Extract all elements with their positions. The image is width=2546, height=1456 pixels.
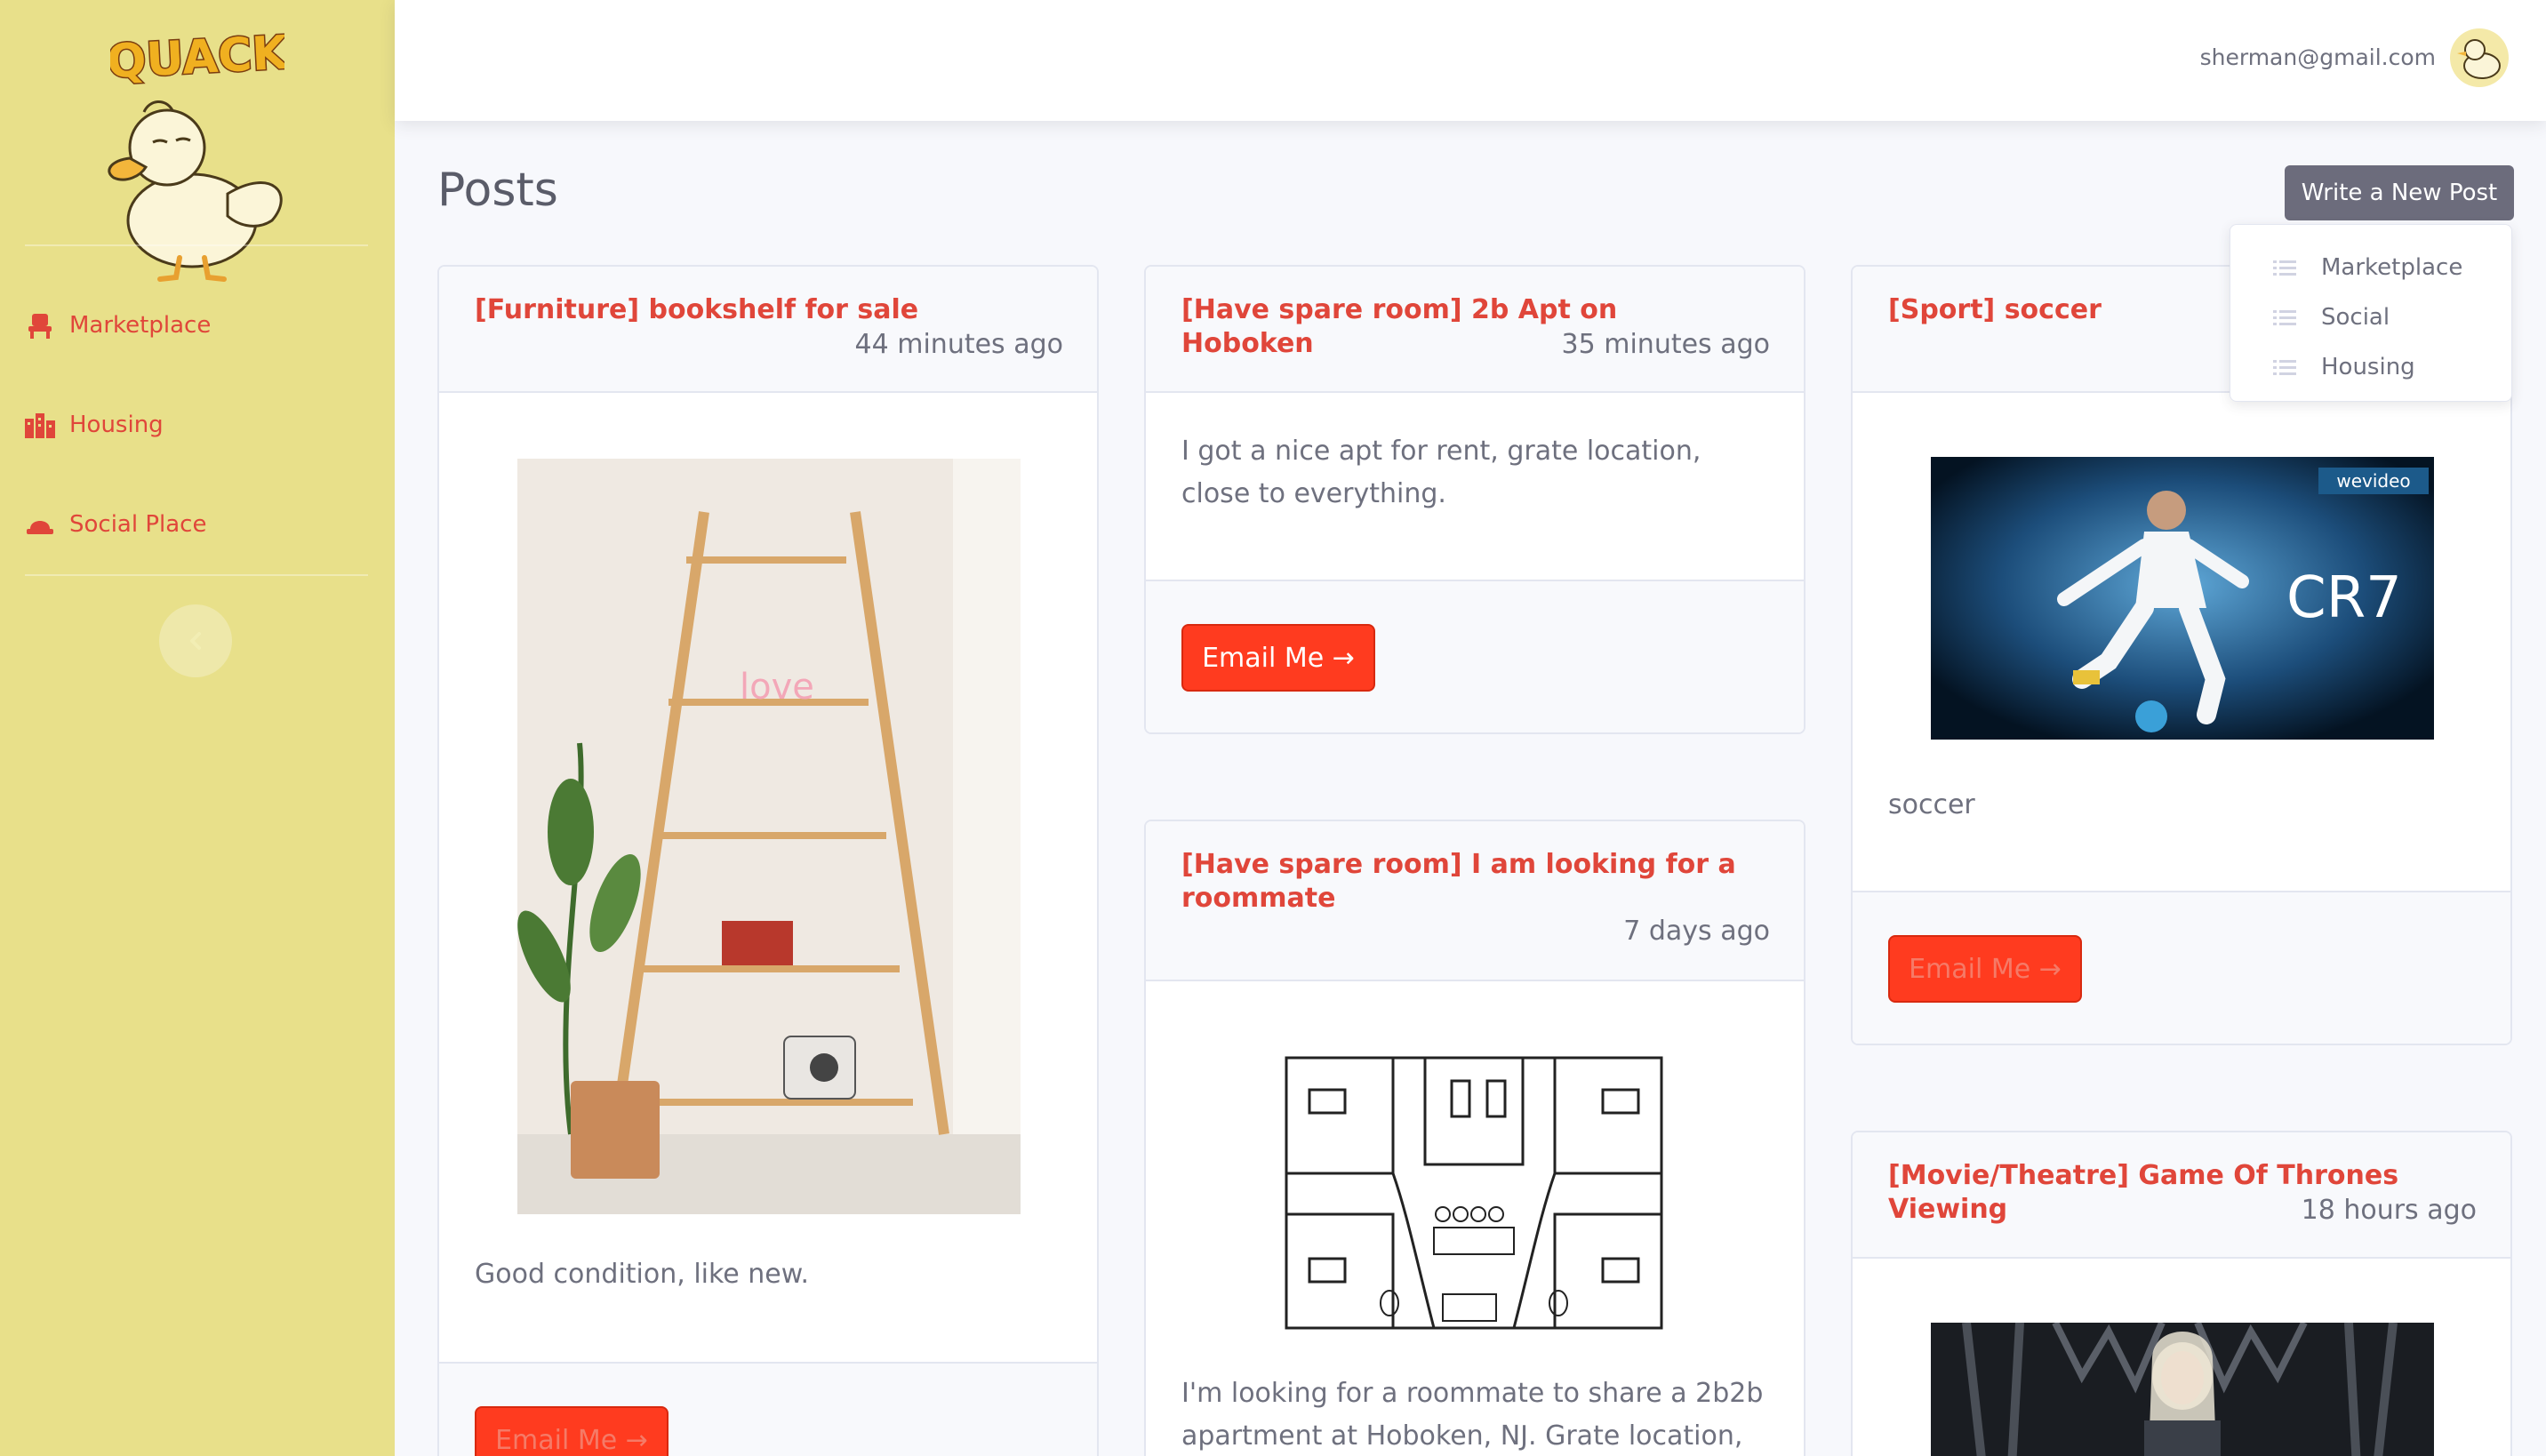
post-card-footer: Email Me → [439,1362,1097,1456]
post-card: [Furniture] bookshelf for sale 44 minute… [437,265,1099,1456]
list-icon [2273,310,2296,325]
game-of-thrones-photo-icon [1931,1323,2434,1456]
sidebar-item-social-place[interactable]: Social Place [0,489,395,560]
post-card-header: [Furniture] bookshelf for sale 44 minute… [439,267,1097,393]
sidebar-divider [25,574,368,576]
list-icon [2273,360,2296,375]
image-overlay-text: CR7 [2286,565,2402,631]
sidebar-item-housing[interactable]: Housing [0,389,395,460]
soccer-player-photo-icon: wevideo CR7 [1931,457,2434,740]
post-card: [Have spare room] 2b Apt on Hoboken 35 m… [1144,265,1805,734]
post-image [1931,1323,2434,1456]
post-time: 18 hours ago [2301,1195,2477,1226]
topbar: sherman@gmail.com [395,0,2546,121]
dropdown-item-label: Marketplace [2321,254,2463,281]
brand-logo[interactable]: QUACK [0,18,395,282]
post-card-footer: Email Me → [1146,580,1804,732]
post-body: I got a nice apt for rent, grate locatio… [1181,436,1701,509]
post-body: I'm looking for a roommate to share a 2b… [1181,1378,1764,1452]
logo-text: QUACK [110,27,284,89]
sidebar-item-marketplace[interactable]: Marketplace [0,290,395,361]
email-me-button[interactable]: Email Me → [1181,624,1375,692]
chevron-left-icon [190,632,201,650]
dropdown-item-social[interactable]: Social [2230,292,2513,342]
post-time: 44 minutes ago [854,329,1063,360]
dropdown-item-marketplace[interactable]: Marketplace [2230,243,2513,292]
post-category-dropdown: Marketplace Social Housing [2230,224,2512,402]
watermark-text: wevideo [2336,470,2410,492]
bookshelf-photo-icon: love [517,459,1021,1214]
quack-logo-icon: QUACK [110,25,284,89]
post-card-header: [Have spare room] 2b Apt on Hoboken 35 m… [1146,267,1804,393]
duck-mascot-icon [108,100,283,282]
email-me-button[interactable]: Email Me → [475,1406,669,1456]
page-title: Posts [437,164,558,217]
floor-plan-icon [1283,1054,1665,1332]
email-me-button[interactable]: Email Me → [1888,935,2082,1003]
sidebar-item-label: Marketplace [69,312,212,339]
sidebar-item-label: Housing [69,412,164,438]
post-card-footer: Email Me → [1853,891,2510,1044]
post-image: wevideo CR7 [1931,457,2434,740]
post-image: love [517,459,1021,1214]
sidebar-divider [25,244,368,246]
post-card: [Have spare room] I am looking for a roo… [1144,820,1805,1456]
post-card-header: [Have spare room] I am looking for a roo… [1146,821,1804,981]
write-new-post-button[interactable]: Write a New Post [2285,165,2514,220]
post-time: 7 days ago [1623,916,1770,947]
list-icon [2273,260,2296,276]
post-title[interactable]: [Furniture] bookshelf for sale [475,293,1044,327]
post-body: Good condition, like new. [475,1259,810,1290]
sidebar-item-label: Social Place [69,511,207,538]
sidebar: QUACK Marketplace Housing Social Place [0,0,395,1456]
svg-text:love: love [740,667,814,708]
hat-icon [27,521,53,534]
post-body: soccer [1888,789,1975,820]
dropdown-item-label: Housing [2321,354,2415,380]
sidebar-collapse-button[interactable] [159,604,232,677]
chair-icon [28,314,52,339]
duck-avatar-icon [2457,39,2501,79]
avatar[interactable] [2450,28,2509,87]
city-icon [25,413,55,438]
dropdown-item-label: Social [2321,304,2390,331]
post-image [1283,1054,1665,1332]
user-email[interactable]: sherman@gmail.com [2200,44,2436,70]
post-card-header: [Movie/Theatre] Game Of Thrones Viewing … [1853,1132,2510,1259]
dropdown-item-housing[interactable]: Housing [2230,342,2513,392]
post-title[interactable]: [Have spare room] I am looking for a roo… [1181,848,1750,916]
post-time: 35 minutes ago [1561,329,1770,360]
post-card: [Movie/Theatre] Game Of Thrones Viewing … [1851,1131,2512,1456]
